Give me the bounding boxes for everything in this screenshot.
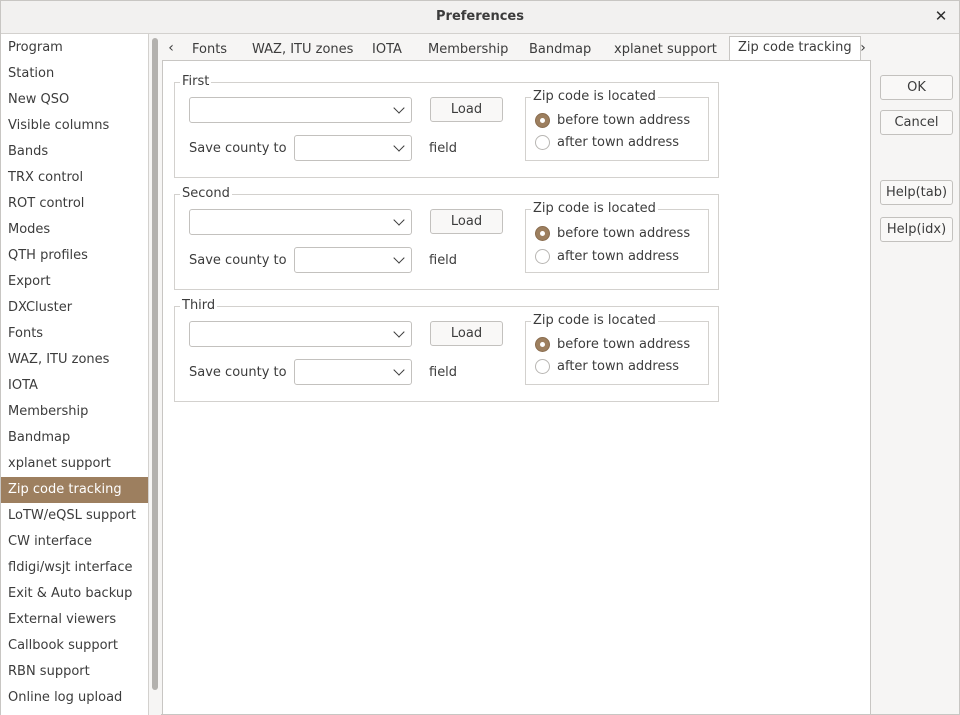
sidebar-item-exit-auto-backup[interactable]: Exit & Auto backup	[1, 581, 148, 607]
help-tab-button[interactable]: Help(tab)	[880, 180, 953, 205]
zip-location-title: Zip code is located	[531, 89, 658, 105]
chevron-down-icon	[393, 326, 405, 338]
field-label: field	[429, 141, 458, 156]
sidebar-item-rbn-support[interactable]: RBN support	[1, 659, 148, 685]
sidebar-item-dxcluster[interactable]: DXCluster	[1, 295, 148, 321]
group-third: Third Load Save county to field Zip code…	[174, 298, 719, 402]
zip-field-combo[interactable]	[189, 97, 412, 123]
radio-label: after town address	[557, 359, 680, 374]
radio-button[interactable]	[535, 337, 550, 352]
load-button[interactable]: Load	[430, 321, 503, 346]
sidebar-item-online-log-upload[interactable]: Online log upload	[1, 685, 148, 711]
sidebar-item-lotw-eqsl-support[interactable]: LoTW/eQSL support	[1, 503, 148, 529]
radio-label: after town address	[557, 249, 680, 264]
radio-label: after town address	[557, 135, 680, 150]
radio-button[interactable]	[535, 359, 550, 374]
radio-button[interactable]	[535, 135, 550, 150]
sidebar-list: Program Station New QSO Visible columns Band…	[1, 34, 148, 711]
sidebar-item-xplanet-support[interactable]: xplanet support	[1, 451, 148, 477]
sidebar-item-fldigi-wsjt-interface[interactable]: fldigi/wsjt interface	[1, 555, 148, 581]
ok-button[interactable]: OK	[880, 75, 953, 100]
tab-scroll-left-icon[interactable]: ‹	[163, 37, 179, 59]
sidebar-item-visible-columns[interactable]: Visible columns	[1, 113, 148, 139]
sidebar-item-zip-code-tracking[interactable]: Zip code tracking	[1, 477, 148, 503]
sidebar-item-trx-control[interactable]: TRX control	[1, 165, 148, 191]
county-field-combo[interactable]	[294, 247, 412, 273]
chevron-down-icon	[393, 364, 405, 376]
tab-bar: ‹ Fonts WAZ, ITU zones IOTA Membership B…	[161, 34, 871, 62]
sidebar-scrollbar[interactable]	[149, 34, 161, 715]
sidebar-item-new-qso[interactable]: New QSO	[1, 87, 148, 113]
save-county-label: Save county to	[189, 365, 287, 380]
save-county-label: Save county to	[189, 141, 287, 156]
zip-field-combo[interactable]	[189, 209, 412, 235]
close-icon[interactable]: ✕	[932, 7, 950, 25]
tab-membership[interactable]: Membership	[428, 37, 508, 62]
radio-label: before town address	[557, 337, 691, 352]
scrollbar-thumb[interactable]	[152, 38, 158, 690]
tab-fonts[interactable]: Fonts	[192, 37, 227, 62]
zip-field-combo[interactable]	[189, 321, 412, 347]
sidebar-item-waz-itu-zones[interactable]: WAZ, ITU zones	[1, 347, 148, 373]
load-button[interactable]: Load	[430, 209, 503, 234]
window-title: Preferences	[436, 9, 524, 24]
group-first: First Load Save county to field Zip code…	[174, 74, 719, 178]
tab-scroll-right-icon[interactable]: ›	[855, 37, 871, 59]
sidebar-item-fonts[interactable]: Fonts	[1, 321, 148, 347]
tab-iota[interactable]: IOTA	[372, 37, 402, 62]
sidebar-item-iota[interactable]: IOTA	[1, 373, 148, 399]
sidebar-item-bandmap[interactable]: Bandmap	[1, 425, 148, 451]
sidebar-item-rot-control[interactable]: ROT control	[1, 191, 148, 217]
group-second: Second Load Save county to field Zip cod…	[174, 186, 719, 290]
radio-button[interactable]	[535, 226, 550, 241]
zip-location-group: Zip code is located before town address …	[525, 313, 709, 385]
radio-label: before town address	[557, 113, 691, 128]
preferences-sidebar: Program Station New QSO Visible columns Band…	[1, 34, 149, 715]
sidebar-item-station[interactable]: Station	[1, 61, 148, 87]
group-title: Third	[180, 298, 218, 314]
zip-code-tracking-page: First Load Save county to field Zip code…	[162, 60, 871, 715]
zip-location-title: Zip code is located	[531, 201, 658, 217]
sidebar-item-bands[interactable]: Bands	[1, 139, 148, 165]
title-bar: Preferences ✕	[1, 1, 959, 34]
sidebar-item-cw-interface[interactable]: CW interface	[1, 529, 148, 555]
chevron-down-icon	[393, 252, 405, 264]
field-label: field	[429, 253, 458, 268]
load-button[interactable]: Load	[430, 97, 503, 122]
sidebar-item-qth-profiles[interactable]: QTH profiles	[1, 243, 148, 269]
tab-waz-itu-zones[interactable]: WAZ, ITU zones	[252, 37, 353, 62]
radio-button[interactable]	[535, 113, 550, 128]
zip-location-group: Zip code is located before town address …	[525, 201, 709, 273]
sidebar-item-modes[interactable]: Modes	[1, 217, 148, 243]
zip-location-group: Zip code is located before town address …	[525, 89, 709, 161]
tab-zip-code-tracking[interactable]: Zip code tracking	[729, 36, 861, 61]
preferences-window: Preferences ✕ Program Station New QSO Visib…	[0, 0, 960, 715]
field-label: field	[429, 365, 458, 380]
sidebar-item-membership[interactable]: Membership	[1, 399, 148, 425]
group-title: First	[180, 74, 212, 90]
help-idx-button[interactable]: Help(idx)	[880, 217, 953, 242]
county-field-combo[interactable]	[294, 359, 412, 385]
county-field-combo[interactable]	[294, 135, 412, 161]
radio-label: before town address	[557, 226, 691, 241]
tab-bandmap[interactable]: Bandmap	[529, 37, 591, 62]
sidebar-item-program[interactable]: Program	[1, 35, 148, 61]
group-title: Second	[180, 186, 232, 202]
zip-location-title: Zip code is located	[531, 313, 658, 329]
sidebar-item-external-viewers[interactable]: External viewers	[1, 607, 148, 633]
tab-xplanet-support[interactable]: xplanet support	[614, 37, 717, 62]
cancel-button[interactable]: Cancel	[880, 110, 953, 135]
radio-button[interactable]	[535, 249, 550, 264]
sidebar-item-export[interactable]: Export	[1, 269, 148, 295]
chevron-down-icon	[393, 214, 405, 226]
save-county-label: Save county to	[189, 253, 287, 268]
chevron-down-icon	[393, 140, 405, 152]
chevron-down-icon	[393, 102, 405, 114]
sidebar-item-callbook-support[interactable]: Callbook support	[1, 633, 148, 659]
